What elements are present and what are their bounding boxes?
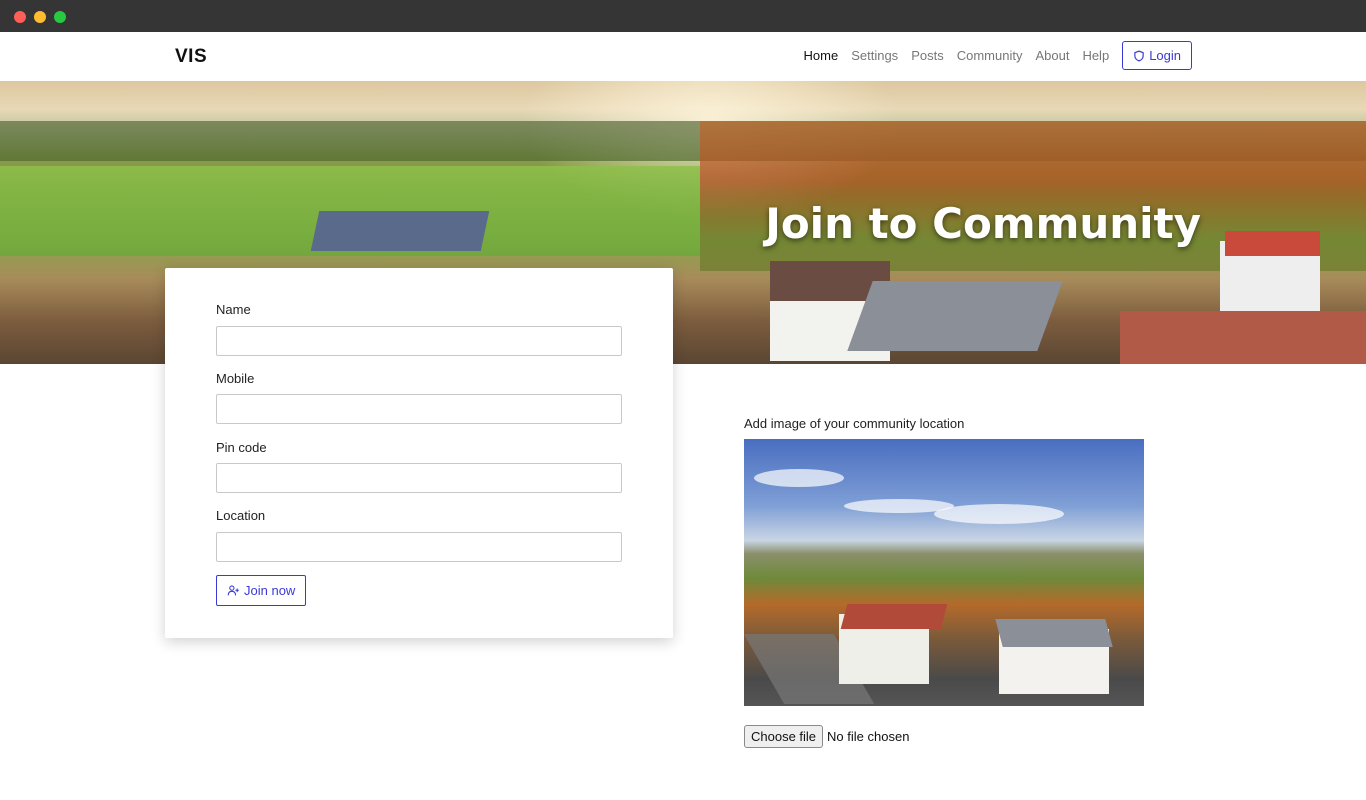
nav-item-home[interactable]: Home	[804, 48, 839, 63]
minimize-window-button[interactable]	[34, 11, 46, 23]
login-button[interactable]: Login	[1122, 41, 1192, 70]
hero-roof	[1225, 231, 1320, 256]
shield-icon	[1134, 49, 1144, 62]
nav-item-settings[interactable]: Settings	[851, 48, 898, 63]
nav-item-posts[interactable]: Posts	[911, 48, 944, 63]
mobile-label: Mobile	[216, 371, 255, 386]
join-form-card: Name Mobile Pin code Location Join now	[165, 268, 673, 638]
maximize-window-button[interactable]	[54, 11, 66, 23]
hero-title: Join to Community	[765, 199, 1201, 248]
nav-item-community[interactable]: Community	[957, 48, 1023, 63]
location-input[interactable]	[216, 532, 622, 562]
pin-code-label: Pin code	[216, 440, 267, 455]
nav-item-about[interactable]: About	[1035, 48, 1069, 63]
name-input[interactable]	[216, 326, 622, 356]
file-input: Choose file No file chosen	[744, 725, 909, 748]
navbar: VIS Home Settings Posts Community About …	[0, 32, 1366, 81]
choose-file-button[interactable]: Choose file	[744, 725, 824, 748]
mobile-input[interactable]	[216, 394, 622, 424]
name-label: Name	[216, 302, 251, 317]
hero-roof	[847, 281, 1063, 351]
hero-roof	[310, 211, 490, 251]
hero-roof	[1120, 311, 1366, 364]
brand-logo[interactable]: VIS	[175, 46, 207, 68]
join-now-label: Join now	[244, 583, 296, 598]
cloud	[934, 504, 1064, 524]
user-plus-icon	[227, 585, 239, 596]
close-window-button[interactable]	[14, 11, 26, 23]
cloud	[754, 469, 844, 487]
location-label: Location	[216, 508, 266, 523]
upload-label: Add image of your community location	[744, 416, 965, 431]
nav-item-help[interactable]: Help	[1082, 48, 1109, 63]
login-button-label: Login	[1149, 48, 1181, 63]
nav-menu: Home Settings Posts Community About Help…	[804, 41, 1192, 70]
file-status: No file chosen	[827, 729, 910, 744]
image-roof	[995, 619, 1113, 647]
community-location-image	[744, 439, 1144, 706]
join-now-button[interactable]: Join now	[216, 575, 307, 606]
image-roof	[840, 604, 948, 629]
pin-code-input[interactable]	[216, 463, 622, 493]
window-titlebar	[0, 0, 1366, 32]
